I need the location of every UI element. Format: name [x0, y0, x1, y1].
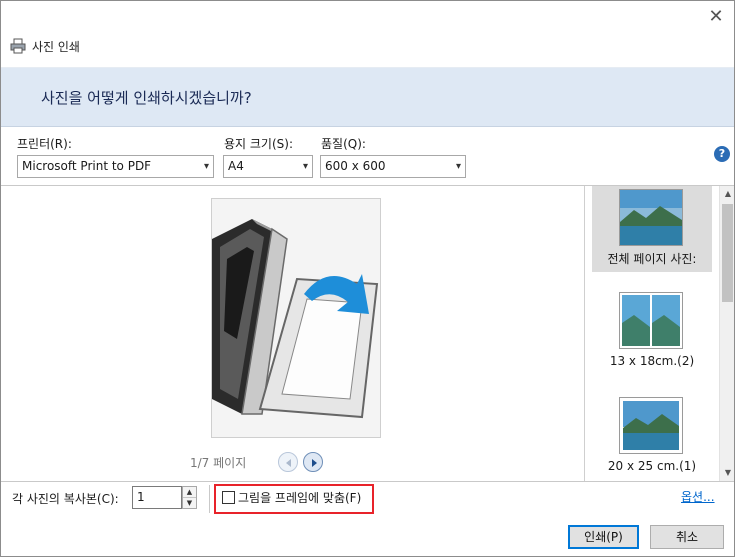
layout-thumbnail: [619, 189, 683, 246]
spin-down-icon[interactable]: ▼: [183, 498, 196, 509]
chevron-down-icon: ▾: [302, 161, 308, 172]
previous-page-button[interactable]: [278, 452, 298, 472]
chevron-left-icon: [286, 459, 291, 467]
scroll-down-icon[interactable]: ▼: [720, 465, 734, 481]
copies-label: 각 사진의 복사본(C):: [12, 492, 119, 506]
layout-thumbnail: [619, 397, 683, 454]
layout-item-20x25[interactable]: 20 x 25 cm.(1): [592, 391, 712, 481]
layout-list: 전체 페이지 사진: 13 x 18cm.(2) 20 x 25 cm.(1): [584, 186, 719, 481]
layout-label: 20 x 25 cm.(1): [607, 459, 697, 473]
fit-to-frame-label[interactable]: 그림을 프레임에 맞춤(F): [238, 489, 361, 506]
layout-label: 전체 페이지 사진:: [607, 252, 697, 266]
window-title: 사진 인쇄: [32, 39, 80, 54]
layout-item-full-page[interactable]: 전체 페이지 사진:: [592, 186, 712, 272]
quality-select[interactable]: 600 x 600 ▾: [320, 155, 466, 178]
next-page-button[interactable]: [303, 452, 323, 472]
close-icon[interactable]: ✕: [706, 7, 726, 27]
page-indicator: 1/7 페이지: [190, 456, 247, 470]
print-preview: [211, 198, 381, 438]
page-title: 사진을 어떻게 인쇄하시겠습니까?: [41, 89, 252, 107]
fit-to-frame-checkbox[interactable]: [222, 491, 235, 504]
title-bar: 사진 인쇄: [10, 37, 80, 55]
options-link[interactable]: 옵션...: [681, 488, 715, 505]
header-banner: 사진을 어떻게 인쇄하시겠습니까?: [1, 67, 734, 127]
printer-label: 프린터(R):: [17, 137, 72, 151]
printer-value: Microsoft Print to PDF: [22, 159, 152, 173]
paper-size-value: A4: [228, 159, 244, 173]
divider: [209, 485, 210, 513]
printer-icon: [10, 38, 26, 54]
divider: [1, 481, 734, 482]
layout-thumbnail: [619, 292, 683, 349]
preview-image: [212, 199, 380, 437]
layout-scrollbar[interactable]: ▲ ▼: [719, 186, 734, 481]
layout-label: 13 x 18cm.(2): [609, 354, 695, 368]
quality-value: 600 x 600: [325, 159, 386, 173]
scroll-thumb[interactable]: [722, 204, 733, 302]
cancel-button[interactable]: 취소: [650, 525, 724, 549]
help-icon[interactable]: ?: [714, 146, 730, 162]
copies-input[interactable]: 1: [132, 486, 182, 509]
print-button[interactable]: 인쇄(P): [568, 525, 639, 549]
scroll-up-icon[interactable]: ▲: [720, 186, 734, 202]
paper-size-select[interactable]: A4 ▾: [223, 155, 313, 178]
layout-item-13x18[interactable]: 13 x 18cm.(2): [592, 286, 712, 376]
chevron-down-icon: ▾: [203, 161, 209, 172]
paper-size-label: 용지 크기(S):: [224, 137, 293, 151]
printer-select[interactable]: Microsoft Print to PDF ▾: [17, 155, 214, 178]
spin-up-icon[interactable]: ▲: [183, 487, 196, 498]
chevron-right-icon: [312, 459, 317, 467]
copies-spinner[interactable]: ▲ ▼: [182, 486, 197, 509]
chevron-down-icon: ▾: [455, 161, 461, 172]
quality-label: 품질(Q):: [321, 137, 366, 151]
print-pictures-dialog: ✕ 사진 인쇄 사진을 어떻게 인쇄하시겠습니까? 프린터(R): Micros…: [0, 0, 735, 557]
